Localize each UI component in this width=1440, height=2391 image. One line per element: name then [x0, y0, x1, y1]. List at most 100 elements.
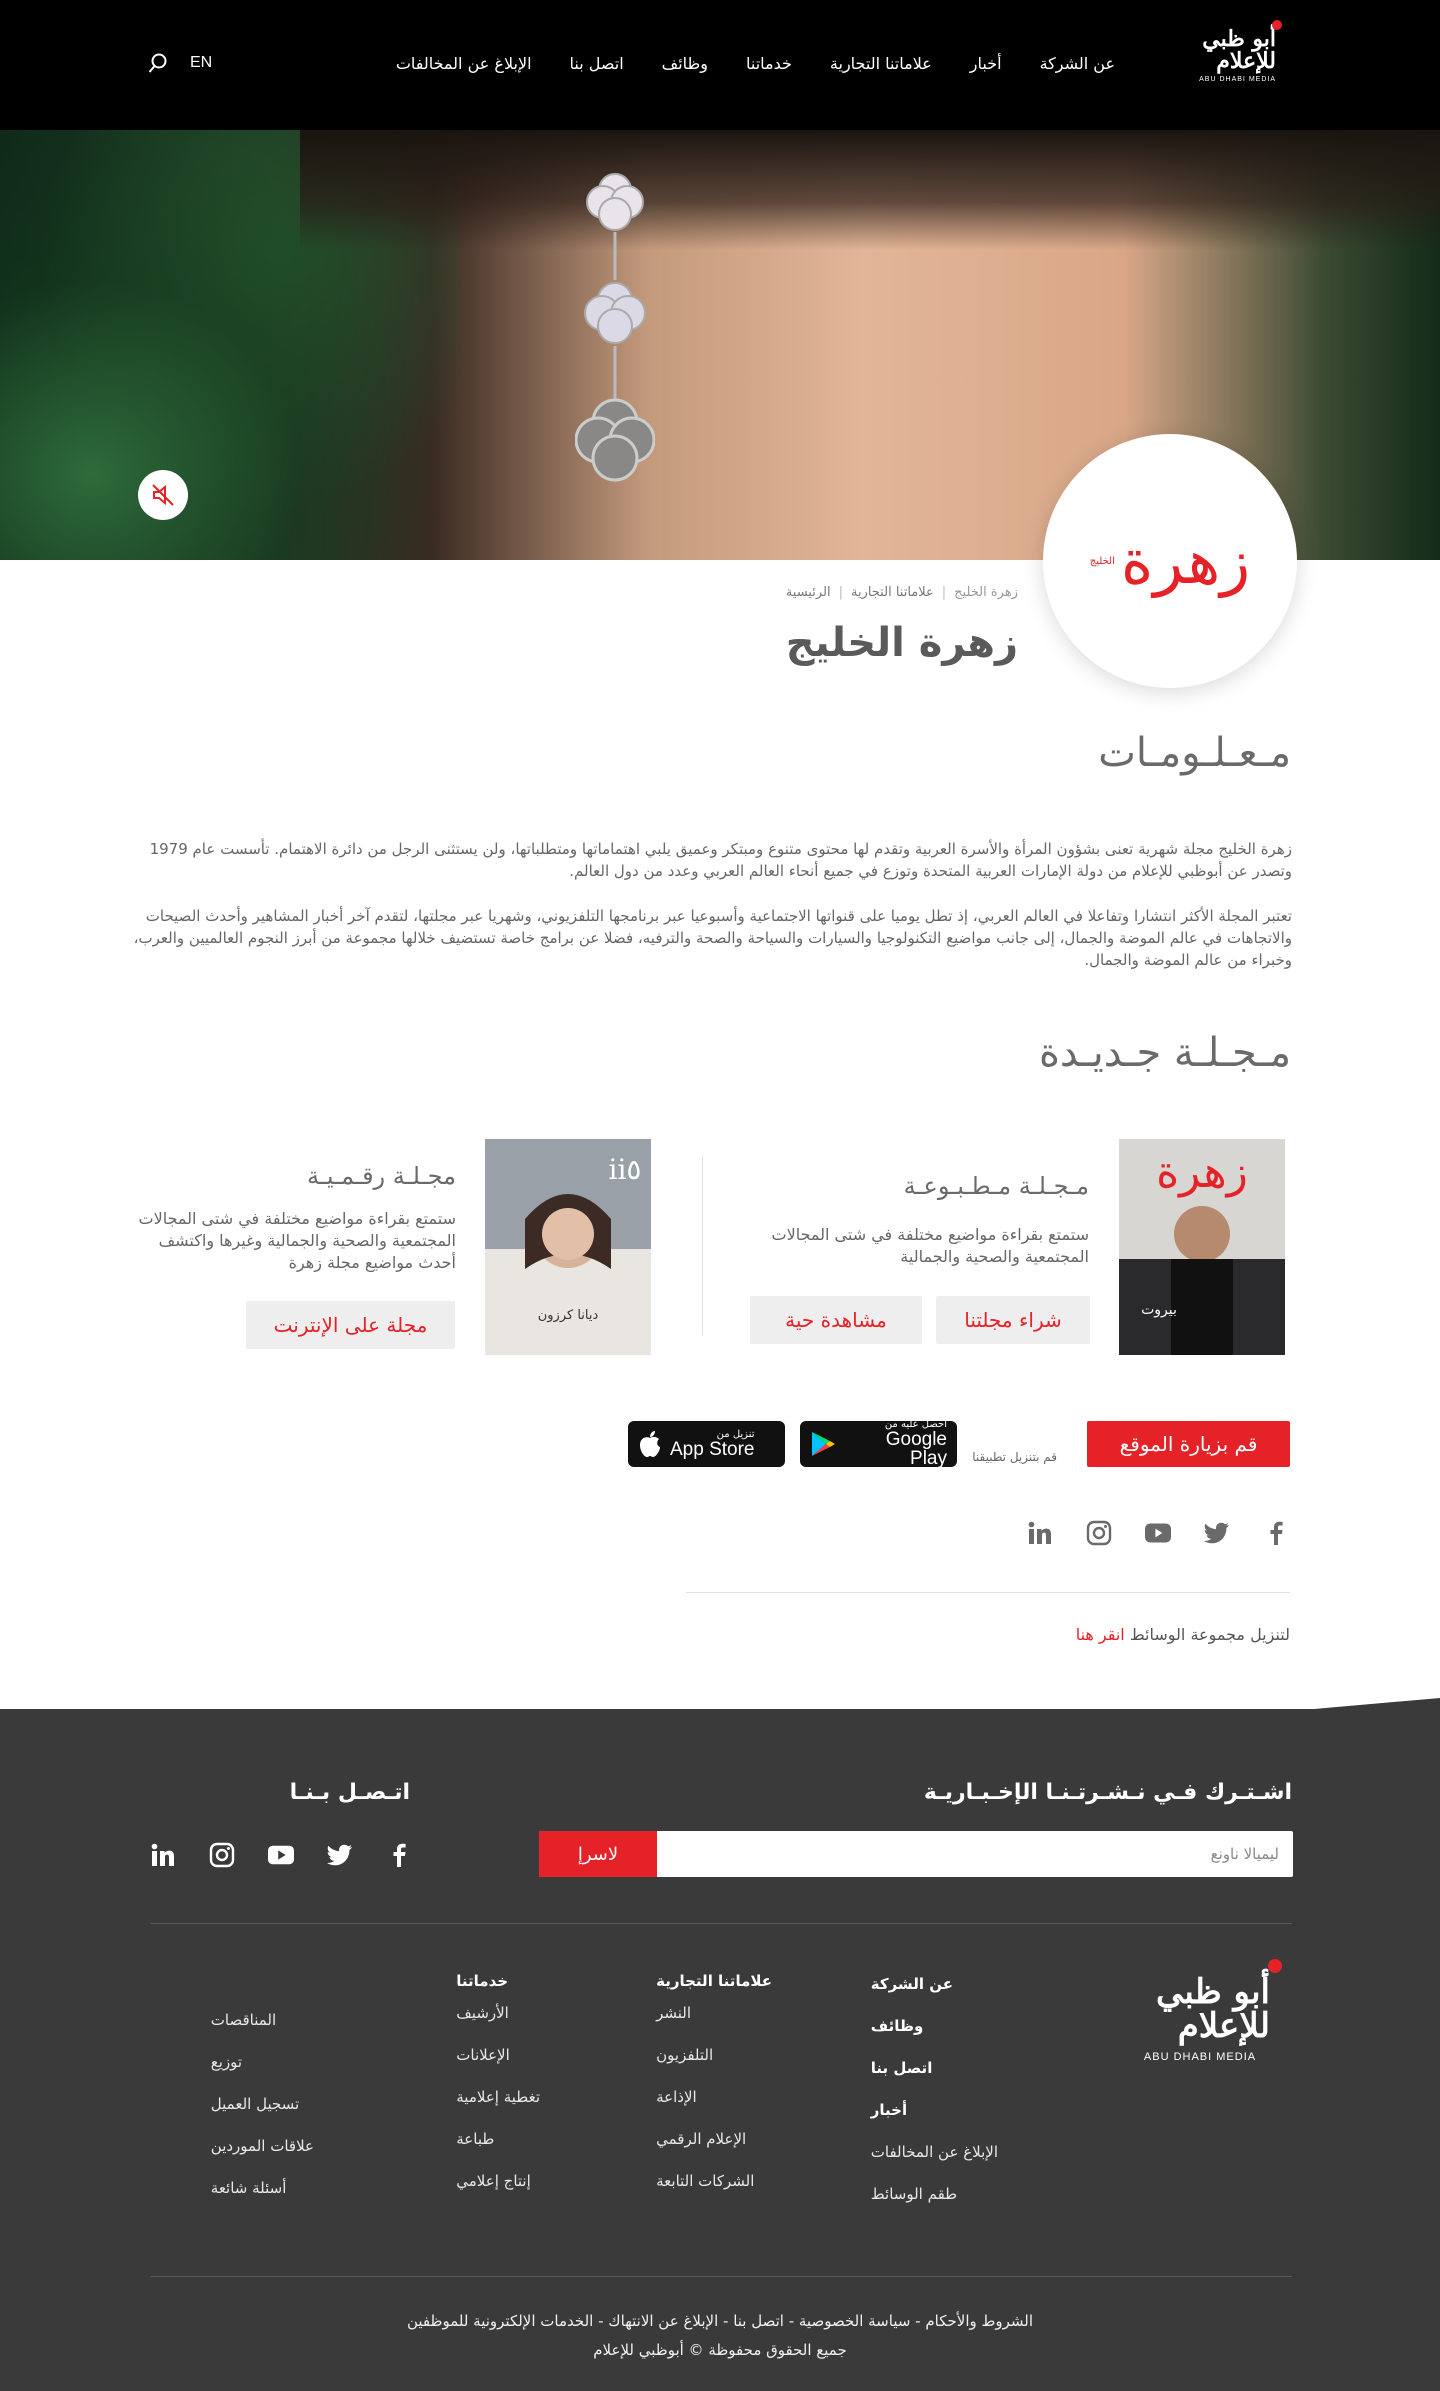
footer-link-about[interactable]: عن الشركة [871, 1975, 953, 1993]
footer-divider [150, 1923, 1292, 1924]
breadcrumb: الرئيسية | علاماتنا التجارية | زهرة الخل… [786, 585, 1018, 600]
page-title: زهرة الخليج [785, 620, 1018, 666]
earring-image [575, 173, 655, 482]
info-section-title: مـعـلـومـات [1098, 730, 1291, 776]
footer-youtube-icon[interactable] [268, 1842, 294, 1868]
twitter-icon[interactable] [1204, 1520, 1230, 1546]
footer-link-contact[interactable]: اتصل بنا [871, 2059, 933, 2077]
print-cover-title: زهرة [1156, 1147, 1248, 1198]
breadcrumb-current: زهرة الخليج [954, 585, 1018, 600]
nav-about[interactable]: عن الشركة [1040, 54, 1115, 73]
print-magazine-desc: ستمتع بقراءة مواضيع مختلفة في شتى المجال… [771, 1225, 1090, 1266]
footer-link-client-registration[interactable]: تسجيل العميل [211, 2095, 299, 2113]
footer-instagram-icon[interactable] [209, 1842, 235, 1868]
footer-link-digital[interactable]: الإعلام الرقمي [656, 2130, 746, 2148]
footer-link-printing[interactable]: طباعة [456, 2130, 494, 2148]
abu-dhabi-media-logo[interactable]: أبو ظبي للإعلام ABU DHABI MEDIA [1196, 20, 1282, 112]
nav-services[interactable]: خدماتنا [746, 54, 792, 73]
buy-magazine-button[interactable]: شراء مجلتنا [936, 1296, 1090, 1344]
breadcrumb-home[interactable]: الرئيسية [786, 585, 831, 600]
digital-magazine-desc: ستمتع بقراءة مواضيع مختلفة في شتى المجال… [138, 1209, 457, 1272]
main-nav: عن الشركة أخبار علاماتنا التجارية خدماتن… [396, 54, 1115, 73]
nav-contact[interactable]: اتصل بنا [570, 54, 624, 73]
google-play-button[interactable]: احصل عليه من Google Play [800, 1420, 957, 1468]
footer-social-links [150, 1842, 412, 1868]
media-kit-text: لتنزيل مجموعة الوسائط [1129, 1625, 1290, 1644]
media-kit-line: لتنزيل مجموعة الوسائط انقر هنا [1076, 1625, 1290, 1644]
footer-link-coverage[interactable]: تغطية إعلامية [456, 2088, 540, 2106]
newsletter-subscribe-button[interactable]: لاسرإ [539, 1831, 657, 1877]
print-magazine-title: مـجـلـة مـطـبـوعـة [903, 1172, 1089, 1200]
footer-brands-heading[interactable]: علاماتنا التجارية [656, 1972, 772, 1990]
app-store-label: App Store [670, 1438, 755, 1460]
download-app-label: قم بتنزيل تطبيقنا [972, 1450, 1057, 1464]
online-magazine-button[interactable]: مجلة على الإنترنت [246, 1301, 455, 1349]
nav-news[interactable]: أخبار [970, 54, 1002, 73]
info-paragraph-1: زهرة الخليج مجلة شهرية تعنى بشؤون المرأة… [149, 840, 1292, 880]
mute-button[interactable] [138, 470, 188, 520]
digital-cover-name: ديانا كرزون [538, 1308, 599, 1323]
footer-twitter-icon[interactable] [327, 1842, 353, 1868]
footer-contact-title: اتـصـل بـنـا [289, 1780, 410, 1805]
digital-magazine-cover[interactable]: ii٥ ديانا كرزون [485, 1139, 651, 1355]
watch-live-button[interactable]: مشاهدة حية [750, 1296, 922, 1344]
footer-link-distribution[interactable]: توزيع [211, 2053, 242, 2071]
footer-linkedin-icon[interactable] [150, 1842, 176, 1868]
footer-facebook-icon[interactable] [386, 1842, 412, 1868]
section-divider [686, 1592, 1290, 1593]
footer-link-media-kit[interactable]: طقم الوسائط [871, 2185, 957, 2203]
footer-legal-links[interactable]: الشروط والأحكام - سياسة الخصوصية - اتصل … [0, 2312, 1440, 2330]
info-paragraph-2: تعتبر المجلة الأكثر انتشارا وتفاعلا في ا… [133, 907, 1292, 969]
linkedin-icon[interactable] [1027, 1520, 1053, 1546]
footer-link-careers[interactable]: وظائف [871, 2017, 924, 2035]
footer-copyright: جميع الحقوق محفوظة © أبوظبي للإعلام [593, 2341, 847, 2359]
brand-logo-circle: الخليج زهرة [1043, 434, 1297, 688]
instagram-icon[interactable] [1086, 1520, 1112, 1546]
print-cover-name: بيروت [1141, 1302, 1177, 1318]
footer-link-tenders[interactable]: المناقصات [211, 2011, 276, 2029]
print-magazine-cover[interactable]: زهرة بيروت [1119, 1139, 1285, 1355]
search-icon[interactable] [148, 52, 168, 74]
footer-link-production[interactable]: إنتاج إعلامي [456, 2172, 531, 2190]
brand-logo-small: الخليج [1089, 555, 1115, 567]
media-kit-link[interactable]: انقر هنا [1076, 1625, 1125, 1644]
site-header: أبو ظبي للإعلام ABU DHABI MEDIA عن الشرك… [0, 0, 1440, 130]
app-store-button[interactable]: تنزيل من App Store [628, 1421, 785, 1467]
nav-whistleblowing[interactable]: الإبلاغ عن المخالفات [396, 54, 532, 73]
magazine-divider [702, 1155, 703, 1335]
visit-website-button[interactable]: قم بزيارة الموقع [1087, 1421, 1290, 1467]
footer-link-faq[interactable]: أسئلة شائعة [211, 2179, 287, 2197]
footer-logo-english: ABU DHABI MEDIA [1143, 2051, 1257, 2063]
breadcrumb-separator: | [838, 585, 843, 600]
footer-link-publishing[interactable]: النشر [656, 2004, 691, 2022]
nav-brands[interactable]: علاماتنا التجارية [830, 54, 932, 73]
footer-services-column: خدماتنا الأرشيف الإعلانات تغطية إعلامية … [456, 1972, 540, 2214]
newsletter-email-input[interactable]: ليميالا ناونع [656, 1831, 1293, 1877]
new-magazine-title: مـجـلـة جـديـدة [1038, 1030, 1291, 1076]
footer-logo-dot [1268, 1959, 1282, 1973]
footer-company-column: عن الشركة وظائف اتصل بنا أخبار الإبلاغ ع… [871, 1975, 998, 2227]
footer-link-archive[interactable]: الأرشيف [456, 2004, 509, 2022]
breadcrumb-brands[interactable]: علاماتنا التجارية [851, 585, 934, 600]
hero-hair-shade [300, 130, 1440, 250]
footer-link-supplier-relations[interactable]: علاقات الموردين [211, 2137, 314, 2155]
nav-careers[interactable]: وظائف [662, 54, 708, 73]
google-play-icon [811, 1432, 835, 1456]
facebook-icon[interactable] [1263, 1520, 1289, 1546]
youtube-icon[interactable] [1145, 1520, 1171, 1546]
footer-link-subsidiaries[interactable]: الشركات التابعة [656, 2172, 754, 2190]
logo-red-dot [1272, 20, 1282, 30]
footer-link-advertising[interactable]: الإعلانات [456, 2046, 510, 2064]
apple-icon [640, 1431, 660, 1457]
breadcrumb-separator: | [941, 585, 947, 600]
footer-services-heading[interactable]: خدماتنا [456, 1972, 508, 1990]
footer-logo[interactable]: أبو ظبي للإعلام ABU DHABI MEDIA [1130, 1959, 1282, 2063]
footer-link-tv[interactable]: التلفزيون [656, 2046, 713, 2064]
footer-brands-column: علاماتنا التجارية النشر التلفزيون الإذاع… [656, 1972, 772, 2214]
digital-cover-logo-icon: ii٥ [609, 1153, 642, 1186]
language-toggle[interactable]: EN [190, 54, 212, 72]
footer-link-news[interactable]: أخبار [871, 2101, 907, 2119]
footer-link-radio[interactable]: الإذاعة [656, 2088, 697, 2106]
app-store-small: تنزيل من [716, 1428, 755, 1440]
footer-link-whistleblowing[interactable]: الإبلاغ عن المخالفات [871, 2143, 998, 2161]
